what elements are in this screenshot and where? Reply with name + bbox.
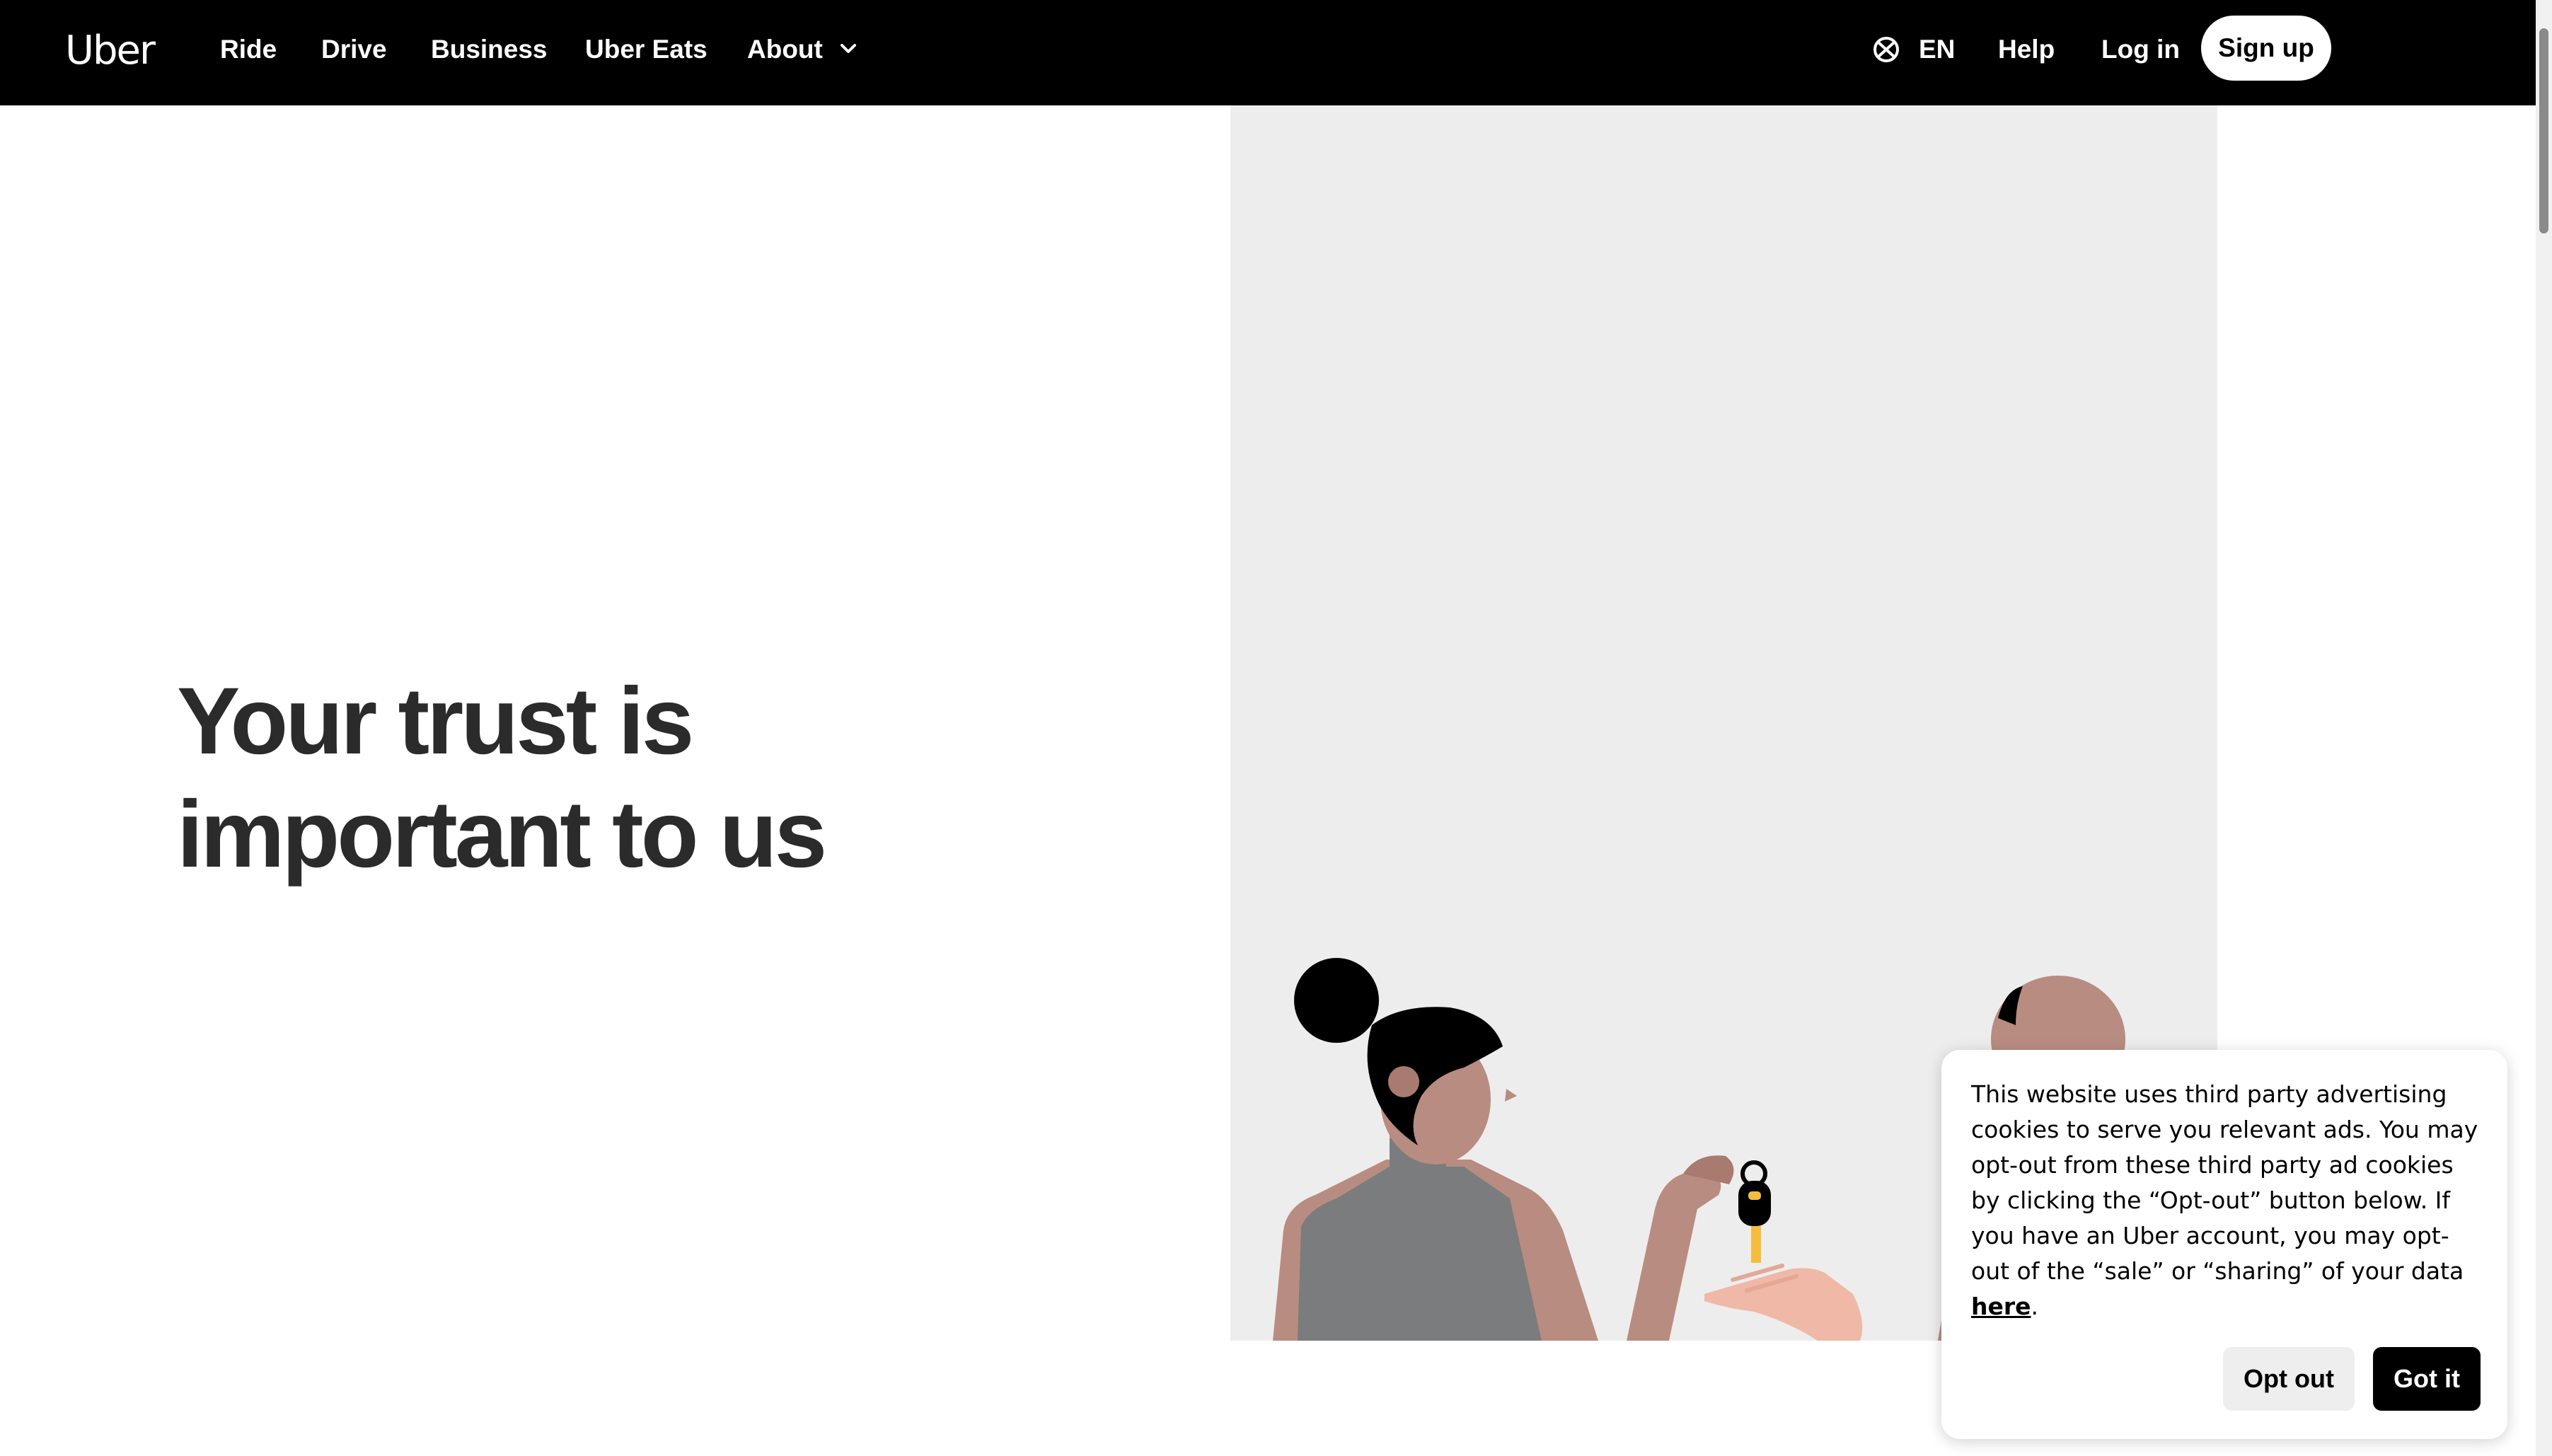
cookie-privacy-link[interactable]: here bbox=[1971, 1293, 2031, 1320]
hero-title: Your trust is important to us bbox=[177, 665, 1026, 891]
nav-link-uber-eats[interactable]: Uber Eats bbox=[585, 31, 708, 68]
chevron-down-icon[interactable] bbox=[839, 40, 858, 58]
receiving-hand bbox=[1704, 1264, 1863, 1341]
cookie-message-text: This website uses third party advertisin… bbox=[1971, 1080, 2478, 1285]
uber-logo[interactable]: Uber bbox=[65, 24, 156, 78]
opt-out-button[interactable]: Opt out bbox=[2223, 1347, 2355, 1411]
page-scrollbar[interactable] bbox=[2536, 0, 2552, 1456]
nav-link-drive[interactable]: Drive bbox=[321, 31, 387, 68]
nav-link-business[interactable]: Business bbox=[431, 31, 548, 68]
nav-link-help[interactable]: Help bbox=[1998, 31, 2055, 68]
hero-title-line-1: Your trust is bbox=[177, 669, 694, 774]
got-it-button[interactable]: Got it bbox=[2373, 1347, 2481, 1411]
top-navigation-bar: Uber Ride Drive Business Uber Eats About… bbox=[0, 0, 2536, 105]
nav-link-ride[interactable]: Ride bbox=[220, 31, 277, 68]
cookie-consent-banner: This website uses third party advertisin… bbox=[1941, 1050, 2507, 1439]
sign-up-button[interactable]: Sign up bbox=[2201, 16, 2331, 81]
hand-with-key bbox=[1627, 1155, 1771, 1341]
cookie-message-end: . bbox=[2031, 1293, 2039, 1320]
globe-icon[interactable] bbox=[1872, 35, 1900, 64]
nav-link-log-in[interactable]: Log in bbox=[2101, 31, 2180, 68]
scrollbar-thumb[interactable] bbox=[2539, 28, 2548, 233]
language-selector[interactable]: EN bbox=[1919, 31, 1955, 68]
woman-figure bbox=[1273, 958, 1598, 1341]
cookie-message: This website uses third party advertisin… bbox=[1971, 1077, 2488, 1324]
hero-title-line-2: important to us bbox=[177, 782, 827, 887]
nav-link-about[interactable]: About bbox=[747, 31, 823, 68]
